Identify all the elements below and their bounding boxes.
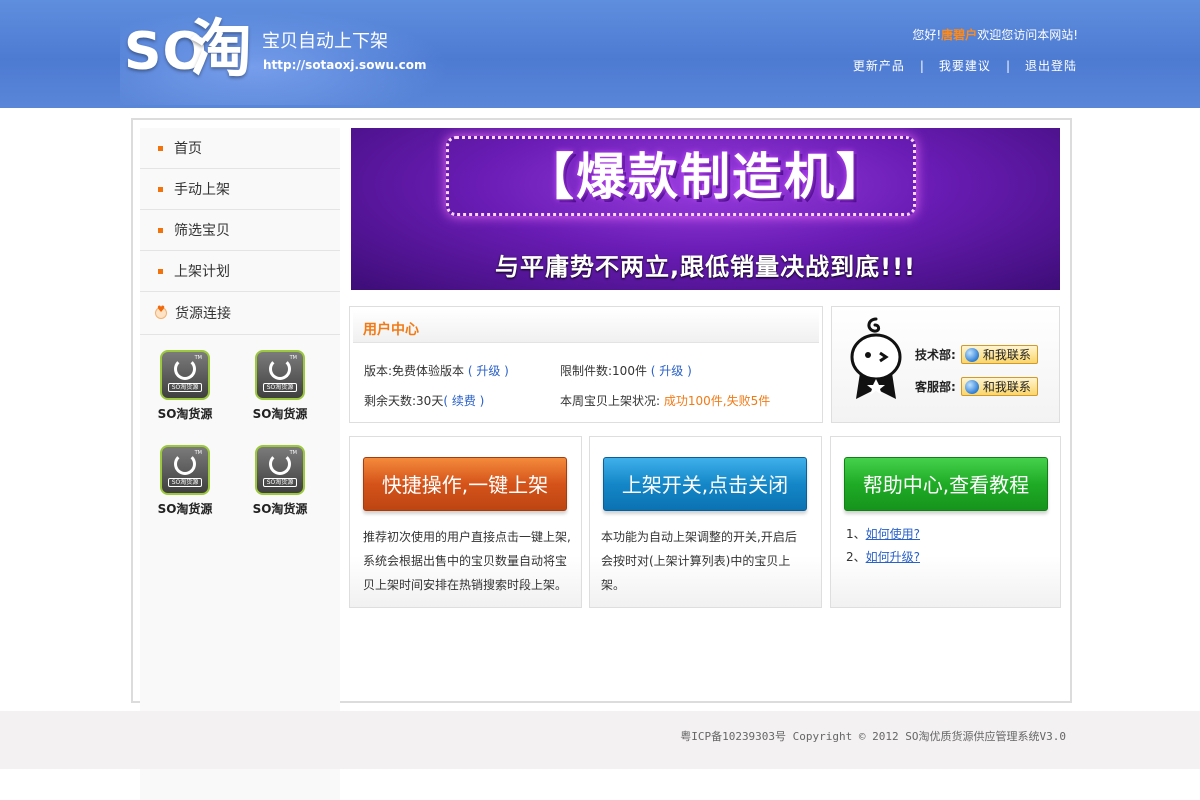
top-nav: 更新产品 | 我要建议 | 退出登陆 xyxy=(853,58,1077,74)
help-center-card: 帮助中心,查看教程 1、如何使用? 2、如何升级? xyxy=(830,436,1061,608)
quick-action-description: 推荐初次使用的用户直接点击一键上架,系统会根据出售中的宝贝数量自动将宝贝上架时间… xyxy=(363,530,571,592)
bullet-icon xyxy=(158,186,163,192)
user-center-title: 用户中心 xyxy=(363,322,419,338)
contact-button-label: 和我联系 xyxy=(982,348,1031,362)
source-logo-icon: TM SO淘货源 xyxy=(255,445,305,495)
tech-contact-row: 技术部: 和我联系 xyxy=(915,345,1038,364)
list-item: 1、如何使用? xyxy=(846,527,921,541)
upgrade-link[interactable]: ( 升级 ) xyxy=(468,364,509,378)
quick-action-card: 快捷操作,一键上架 推荐初次使用的用户直接点击一键上架,系统会根据出售中的宝贝数… xyxy=(349,436,582,608)
promo-banner[interactable]: 【爆款制造机】 与平庸势不两立,跟低销量决战到底!!! xyxy=(351,128,1060,290)
source-item[interactable]: TM SO淘货源 SO淘货源 xyxy=(155,445,215,517)
version-row: 版本:免费体验版本 ( 升级 ) xyxy=(364,363,509,379)
service-label: 客服部: xyxy=(915,380,956,394)
sidebar-item-filter-items[interactable]: 筛选宝贝 xyxy=(140,210,340,251)
source-logo-icon: TM SO淘货源 xyxy=(160,350,210,400)
weekly-label: 本周宝贝上架状况: xyxy=(560,394,661,408)
listing-switch-button[interactable]: 上架开关,点击关闭 xyxy=(603,457,807,511)
one-click-listing-button[interactable]: 快捷操作,一键上架 xyxy=(363,457,567,511)
service-contact-row: 客服部: 和我联系 xyxy=(915,377,1038,396)
bullet-icon xyxy=(158,268,163,274)
heart-icon xyxy=(155,305,167,319)
source-logo-icon: TM SO淘货源 xyxy=(160,445,210,495)
help-how-to-use-link[interactable]: 如何使用? xyxy=(866,527,920,541)
help-list: 1、如何使用? 2、如何升级? xyxy=(846,523,920,569)
source-item[interactable]: TM SO淘货源 SO淘货源 xyxy=(250,445,310,517)
footer-copyright: 粤ICP备10239303号 Copyright © 2012 SO淘优质货源供… xyxy=(680,730,1066,743)
sidebar-item-home[interactable]: 首页 xyxy=(140,128,340,169)
contact-button-label: 和我联系 xyxy=(982,380,1031,394)
nav-separator: | xyxy=(1005,59,1010,73)
user-center-panel: 用户中心 版本:免费体验版本 ( 升级 ) 限制件数:100件 ( 升级 ) 剩… xyxy=(349,306,823,423)
limit-row: 限制件数:100件 ( 升级 ) xyxy=(560,363,692,379)
list-item: 2、如何升级? xyxy=(846,550,921,564)
listing-switch-description: 本功能为自动上架调整的开关,开启后会按时对(上架计算列表)中的宝贝上架。 xyxy=(601,530,797,592)
greeting: 您好!唐碧户欢迎您访问本网站! xyxy=(912,27,1078,43)
globe-icon xyxy=(964,347,979,362)
weekly-row: 本周宝贝上架状况: 成功100件,失败5件 xyxy=(560,393,770,409)
footer: 粤ICP备10239303号 Copyright © 2012 SO淘优质货源供… xyxy=(0,711,1200,769)
source-label: SO淘货源 xyxy=(252,407,308,421)
service-contact-button[interactable]: 和我联系 xyxy=(960,377,1038,396)
source-logo-icon: TM SO淘货源 xyxy=(255,350,305,400)
nav-suggestion[interactable]: 我要建议 xyxy=(939,58,991,74)
limit-label: 限制件数:100件 xyxy=(560,364,647,378)
tech-label: 技术部: xyxy=(915,348,956,362)
banner-slogan: 与平庸势不两立,跟低销量决战到底!!! xyxy=(495,253,916,281)
logo-url: http://sotaoxj.sowu.com xyxy=(263,58,427,72)
weekly-status: 成功100件,失败5件 xyxy=(663,394,771,408)
greeting-prefix: 您好! xyxy=(912,28,942,42)
nav-update-products[interactable]: 更新产品 xyxy=(853,58,905,74)
username: 唐碧户 xyxy=(941,28,978,42)
sidebar-item-listing-plan[interactable]: 上架计划 xyxy=(140,251,340,292)
logo-tagline: 宝贝自动上下架 xyxy=(262,31,388,52)
banner-headline: 【爆款制造机】 xyxy=(524,148,888,206)
mascot-icon xyxy=(850,317,902,399)
renew-link[interactable]: ( 续费 ) xyxy=(443,394,484,408)
logo-tao: 淘 xyxy=(190,12,253,85)
sidebar-item-manual-listing[interactable]: 手动上架 xyxy=(140,169,340,210)
source-item[interactable]: TM SO淘货源 SO淘货源 xyxy=(155,350,215,422)
sidebar-item-label: 货源连接 xyxy=(175,306,231,322)
sidebar-item-label: 手动上架 xyxy=(174,182,230,198)
help-center-button[interactable]: 帮助中心,查看教程 xyxy=(844,457,1048,511)
sidebar-item-label: 首页 xyxy=(174,141,202,157)
source-label: SO淘货源 xyxy=(252,502,308,516)
help-how-to-upgrade-link[interactable]: 如何升级? xyxy=(866,550,920,564)
source-label: SO淘货源 xyxy=(157,407,213,421)
listing-switch-card: 上架开关,点击关闭 本功能为自动上架调整的开关,开启后会按时对(上架计算列表)中… xyxy=(589,436,822,608)
bullet-icon xyxy=(158,227,163,233)
user-center-title-bar: 用户中心 xyxy=(353,310,819,343)
days-row: 剩余天数:30天( 续费 ) xyxy=(364,393,484,409)
sidebar-item-label: 上架计划 xyxy=(174,264,230,280)
sidebar-item-label: 筛选宝贝 xyxy=(174,223,230,239)
version-label: 版本:免费体验版本 xyxy=(364,364,465,378)
greeting-suffix: 欢迎您访问本网站! xyxy=(977,28,1078,42)
nav-separator: | xyxy=(919,59,924,73)
tech-contact-button[interactable]: 和我联系 xyxy=(960,345,1038,364)
nav-logout[interactable]: 退出登陆 xyxy=(1025,58,1077,74)
limit-upgrade-link[interactable]: ( 升级 ) xyxy=(651,364,692,378)
globe-icon xyxy=(964,379,979,394)
sidebar-item-source-link[interactable]: 货源连接 xyxy=(140,292,340,335)
contact-panel: 技术部: 和我联系 客服部: 和我联系 xyxy=(831,306,1060,423)
days-label: 剩余天数:30天 xyxy=(364,394,444,408)
source-item[interactable]: TM SO淘货源 SO淘货源 xyxy=(250,350,310,422)
bullet-icon xyxy=(158,145,163,151)
source-label: SO淘货源 xyxy=(157,502,213,516)
header: SO 淘 宝贝自动上下架 http://sotaoxj.sowu.com 您好!… xyxy=(0,0,1200,108)
